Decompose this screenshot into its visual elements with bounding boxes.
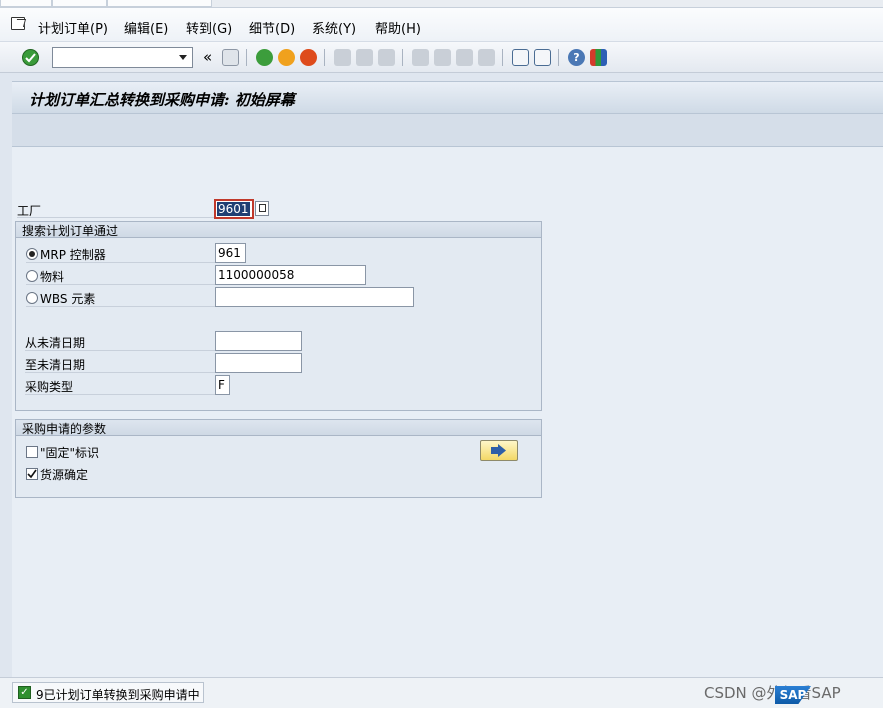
search-group: 搜索计划订单通过 MRP 控制器 961 物料 1100000058 WBS 元… <box>15 221 542 411</box>
toolbar-separator <box>558 49 559 66</box>
status-message[interactable]: ✓ 9已计划订单转换到采购申请中 <box>12 682 204 703</box>
params-group-title: 采购申请的参数 <box>16 420 541 436</box>
window-tab-strip <box>0 0 883 8</box>
copy-icon <box>259 204 266 212</box>
last-page-icon[interactable] <box>478 49 495 66</box>
label-underline <box>26 284 216 285</box>
source-determination-checkbox[interactable] <box>26 468 38 480</box>
label-underline <box>17 217 214 218</box>
radio-wbs-element[interactable] <box>26 292 38 304</box>
back-icon[interactable] <box>256 49 273 66</box>
purchase-type-field[interactable]: F <box>215 375 230 395</box>
label-underline <box>25 394 215 395</box>
find-next-icon[interactable] <box>378 49 395 66</box>
checkmark-icon <box>27 469 37 479</box>
first-page-icon[interactable] <box>412 49 429 66</box>
next-page-icon[interactable] <box>456 49 473 66</box>
wbs-element-label: WBS 元素 <box>40 292 96 306</box>
chevron-down-icon[interactable] <box>179 55 187 60</box>
plant-field-value: 9601 <box>217 202 250 216</box>
toolbar-separator <box>246 49 247 66</box>
toolbar-separator <box>402 49 403 66</box>
wbs-element-field[interactable] <box>215 287 414 307</box>
menu-details[interactable]: 细节(D) <box>249 18 295 37</box>
previous-page-icon[interactable] <box>434 49 451 66</box>
radio-mrp-controller[interactable] <box>26 248 38 260</box>
menu-bar: 计划订单(P) 编辑(E) 转到(G) 细节(D) 系统(Y) 帮助(H) <box>0 8 883 42</box>
enter-icon[interactable] <box>22 49 39 66</box>
cancel-icon[interactable] <box>300 49 317 66</box>
label-underline <box>26 262 216 263</box>
window-tab[interactable] <box>107 0 212 7</box>
menu-edit[interactable]: 编辑(E) <box>124 18 168 37</box>
menu-planned-order[interactable]: 计划订单(P) <box>38 18 108 37</box>
fixed-indicator-label: "固定"标识 <box>40 446 100 460</box>
success-icon: ✓ <box>18 686 31 699</box>
create-session-icon[interactable] <box>512 49 529 66</box>
menu-help[interactable]: 帮助(H) <box>375 18 421 37</box>
page-title: 计划订单汇总转换到采购申请: 初始屏幕 <box>29 91 295 109</box>
fixed-indicator-checkbox[interactable] <box>26 446 38 458</box>
command-field[interactable] <box>52 47 193 68</box>
application-toolbar <box>12 113 883 147</box>
purchase-type-label: 采购类型 <box>25 380 74 394</box>
source-determination-label: 货源确定 <box>40 468 89 482</box>
mrp-controller-field[interactable]: 961 <box>215 243 246 263</box>
mrp-controller-label: MRP 控制器 <box>40 248 106 262</box>
execute-button[interactable] <box>480 440 518 461</box>
params-group: 采购申请的参数 "固定"标识 货源确定 <box>15 419 542 498</box>
material-field[interactable]: 1100000058 <box>215 265 366 285</box>
help-icon[interactable]: ? <box>568 49 585 66</box>
system-menu-icon[interactable] <box>11 17 25 30</box>
label-underline <box>26 306 216 307</box>
print-icon[interactable] <box>334 49 351 66</box>
menu-goto[interactable]: 转到(G) <box>186 18 232 37</box>
customize-layout-icon[interactable] <box>590 49 607 66</box>
plant-field[interactable]: 9601 <box>214 199 254 219</box>
window-tab[interactable] <box>0 0 52 7</box>
from-date-label: 从未清日期 <box>25 336 86 350</box>
exit-icon[interactable] <box>278 49 295 66</box>
toolbar-separator <box>324 49 325 66</box>
standard-toolbar: « ? <box>0 42 883 73</box>
search-help-button[interactable] <box>255 201 269 216</box>
search-group-title: 搜索计划订单通过 <box>16 222 541 238</box>
menu-system[interactable]: 系统(Y) <box>312 18 356 37</box>
main-content: 工厂 9601 搜索计划订单通过 MRP 控制器 961 物料 11000000… <box>12 147 883 677</box>
to-date-label: 至未清日期 <box>25 358 86 372</box>
collapse-command-icon[interactable]: « <box>203 48 212 66</box>
status-message-text: 9已计划订单转换到采购申请中 <box>36 688 200 702</box>
watermark-text: CSDN @外行看SAP <box>704 684 841 702</box>
shortcut-icon[interactable] <box>534 49 551 66</box>
window-tab[interactable] <box>52 0 107 7</box>
screen-title-bar: 计划订单汇总转换到采购申请: 初始屏幕 <box>12 81 883 113</box>
toolbar-separator <box>502 49 503 66</box>
save-icon[interactable] <box>222 49 239 66</box>
execute-arrow-icon <box>491 444 506 457</box>
find-icon[interactable] <box>356 49 373 66</box>
label-underline <box>25 372 215 373</box>
radio-material[interactable] <box>26 270 38 282</box>
to-date-field[interactable] <box>215 353 302 373</box>
label-underline <box>25 350 215 351</box>
material-label: 物料 <box>40 270 65 284</box>
from-date-field[interactable] <box>215 331 302 351</box>
